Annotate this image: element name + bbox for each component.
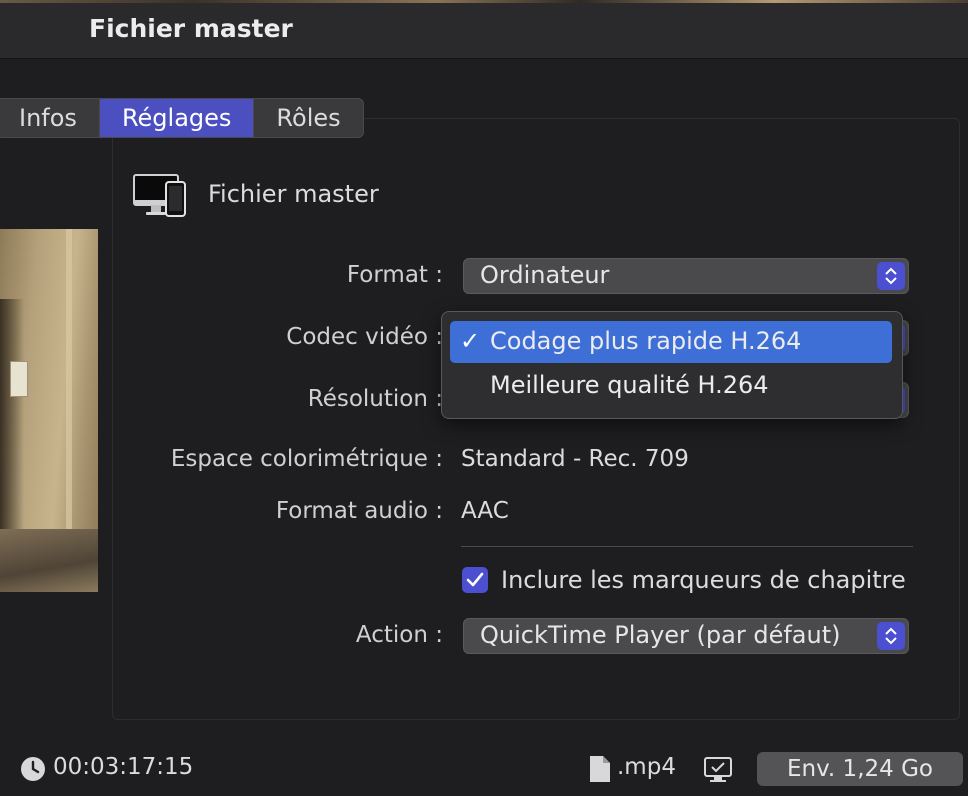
resolution-label: Résolution : <box>307 386 443 412</box>
file-extension: .mp4 <box>617 754 676 780</box>
format-select-value: Ordinateur <box>480 261 610 289</box>
background-strip <box>0 0 968 3</box>
title-bar: Fichier master <box>0 0 968 59</box>
computer-and-phone-icon <box>133 174 186 217</box>
color-space-value: Standard - Rec. 709 <box>461 446 689 472</box>
tab-reglages[interactable]: Réglages <box>99 99 255 137</box>
format-label: Format : <box>346 262 443 288</box>
up-down-stepper-icon <box>877 262 905 290</box>
duration: 00:03:17:15 <box>53 754 194 780</box>
format-select[interactable]: Ordinateur <box>463 258 909 294</box>
checkmark-icon: ✓ <box>460 327 481 355</box>
divider <box>461 546 913 547</box>
footer-bar: 00:03:17:15 .mp4 Env. 1,24 Go <box>0 740 968 796</box>
clock-icon <box>21 757 45 781</box>
window-title: Fichier master <box>89 14 293 43</box>
codec-option-label: Codage plus rapide H.264 <box>490 327 802 355</box>
tab-roles[interactable]: Rôles <box>254 99 362 137</box>
codec-label: Codec vidéo : <box>286 324 443 350</box>
checkmark-icon <box>466 572 484 587</box>
chapters-checkbox[interactable] <box>462 567 488 593</box>
audio-format-label: Format audio : <box>275 498 443 524</box>
monitor-check-icon <box>704 757 732 782</box>
codec-option-quality[interactable]: Meilleure qualité H.264 <box>450 365 892 407</box>
tab-infos[interactable]: Infos <box>0 99 100 137</box>
action-label: Action : <box>355 622 443 648</box>
action-select-value: QuickTime Player (par défaut) <box>480 621 841 649</box>
action-select[interactable]: QuickTime Player (par défaut) <box>463 618 909 654</box>
tab-bar: Infos Réglages Rôles <box>0 98 364 138</box>
audio-format-value: AAC <box>461 498 509 524</box>
codec-dropdown-menu: ✓ Codage plus rapide H.264 Meilleure qua… <box>441 311 903 419</box>
size-estimate-button[interactable]: Env. 1,24 Go <box>757 752 963 786</box>
chapters-checkbox-label[interactable]: Inclure les marqueurs de chapitre <box>501 566 906 594</box>
codec-option-label: Meilleure qualité H.264 <box>490 371 769 399</box>
color-space-label: Espace colorimétrique : <box>170 446 443 472</box>
file-icon <box>590 756 610 782</box>
up-down-stepper-icon <box>877 622 905 650</box>
destination-name: Fichier master <box>208 180 379 208</box>
video-preview-thumbnail <box>0 229 98 592</box>
codec-option-fast[interactable]: ✓ Codage plus rapide H.264 <box>450 321 892 363</box>
